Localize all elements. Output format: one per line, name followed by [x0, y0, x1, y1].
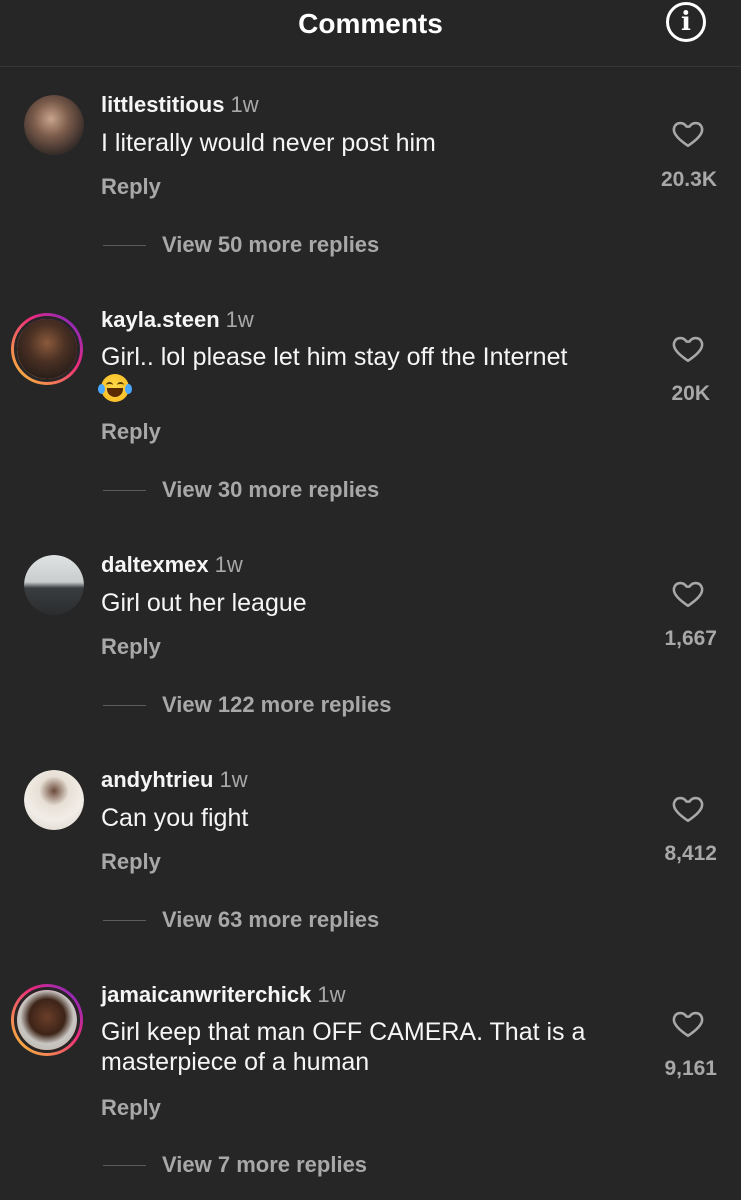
- comment-username[interactable]: andyhtrieu: [101, 767, 213, 792]
- heart-icon[interactable]: [670, 116, 706, 150]
- like-count: 9,161: [664, 1057, 717, 1080]
- heart-icon[interactable]: [670, 576, 706, 610]
- reply-button[interactable]: Reply: [101, 849, 161, 875]
- heart-icon[interactable]: [670, 1006, 706, 1040]
- comment-text-content: Girl.. lol please let him stay off the I…: [101, 343, 568, 371]
- comment-timestamp: 1w: [225, 307, 254, 332]
- info-icon[interactable]: i: [666, 2, 706, 42]
- comment-timestamp: 1w: [230, 92, 259, 117]
- avatar[interactable]: [11, 984, 83, 1056]
- comment-username[interactable]: littlestitious: [101, 92, 224, 117]
- comment-text: Girl keep that man OFF CAMERA. That is a…: [101, 1018, 586, 1076]
- avatar[interactable]: [24, 95, 84, 155]
- view-replies-label: View 7 more replies: [162, 1152, 368, 1177]
- comment-text: Can you fight: [101, 804, 249, 832]
- heart-icon[interactable]: [670, 791, 706, 825]
- view-replies-button[interactable]: View 122 more replies: [103, 692, 392, 718]
- like-count: 20.3K: [660, 168, 717, 191]
- view-replies-button[interactable]: View 63 more replies: [103, 907, 379, 933]
- divider: [103, 704, 146, 706]
- page-title: Comments: [298, 8, 443, 39]
- comment-timestamp: 1w: [219, 767, 248, 792]
- avatar[interactable]: [11, 313, 83, 385]
- like-count: 20K: [671, 382, 710, 405]
- comments-header: Comments i: [0, 0, 741, 67]
- reply-button[interactable]: Reply: [101, 174, 161, 200]
- comment-timestamp: 1w: [317, 982, 346, 1007]
- divider: [103, 1164, 146, 1166]
- avatar[interactable]: [24, 770, 84, 830]
- divider: [103, 919, 146, 921]
- comment-username[interactable]: kayla.steen: [101, 307, 220, 332]
- like-count: 8,412: [664, 842, 717, 865]
- face-with-tears-of-joy-emoji: [98, 374, 132, 403]
- view-replies-label: View 122 more replies: [162, 692, 392, 717]
- reply-button[interactable]: Reply: [101, 419, 161, 445]
- like-count: 1,667: [664, 627, 717, 650]
- reply-button[interactable]: Reply: [101, 1095, 161, 1121]
- comment-text: Girl.. lol please let him stay off the I…: [98, 342, 636, 403]
- view-replies-label: View 50 more replies: [162, 232, 380, 257]
- view-replies-label: View 30 more replies: [162, 477, 380, 502]
- divider: [103, 489, 146, 491]
- comment-text: Girl out her league: [101, 589, 307, 617]
- reply-button[interactable]: Reply: [101, 634, 161, 660]
- view-replies-label: View 63 more replies: [162, 907, 380, 932]
- view-replies-button[interactable]: View 50 more replies: [103, 232, 379, 258]
- comment-username[interactable]: jamaicanwriterchick: [101, 982, 311, 1007]
- view-replies-button[interactable]: View 7 more replies: [103, 1152, 367, 1178]
- avatar[interactable]: [24, 555, 84, 615]
- heart-icon[interactable]: [670, 331, 706, 365]
- comment-timestamp: 1w: [214, 552, 243, 577]
- comment-text: I literally would never post him: [101, 129, 436, 157]
- comment-username[interactable]: daltexmex: [101, 552, 209, 577]
- view-replies-button[interactable]: View 30 more replies: [103, 477, 379, 503]
- divider: [103, 244, 146, 246]
